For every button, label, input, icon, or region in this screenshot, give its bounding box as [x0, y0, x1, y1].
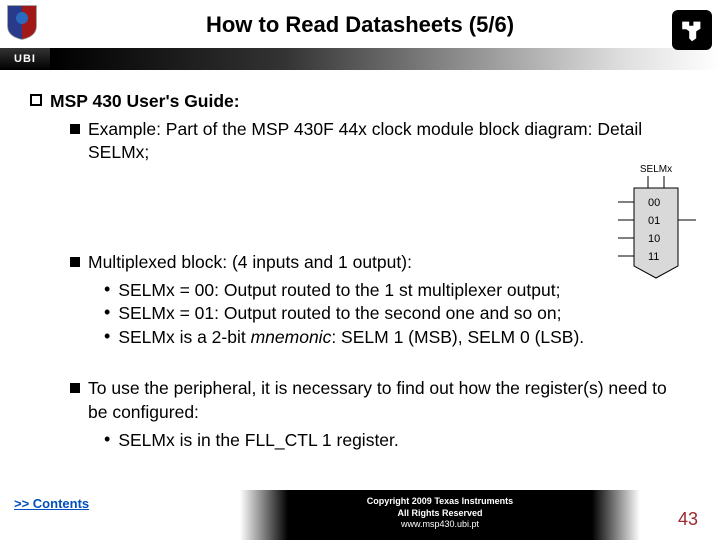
mux-detail-3: SELMx is a 2-bit mnemonic: SELM 1 (MSB),…	[118, 326, 584, 350]
section-heading: MSP 430 User's Guide:	[50, 90, 240, 114]
ubi-label: UBI	[0, 48, 50, 70]
footer-copyright-block: Copyright 2009 Texas Instruments All Rig…	[240, 490, 640, 540]
page-number: 43	[678, 509, 698, 530]
svg-text:01: 01	[648, 215, 660, 227]
filled-square-bullet-icon	[70, 124, 80, 134]
copyright-text: Copyright 2009 Texas Instruments	[240, 496, 640, 508]
dot-bullet-icon: •	[104, 326, 110, 350]
square-bullet-icon	[30, 94, 42, 106]
example-text: Example: Part of the MSP 430F 44x clock …	[88, 118, 690, 165]
slide-header: How to Read Datasheets (5/6) UBI	[0, 0, 720, 72]
svg-text:11: 11	[648, 251, 659, 263]
ti-logo-icon	[672, 10, 712, 50]
mux-detail-2: SELMx = 01: Output routed to the second …	[118, 302, 561, 326]
ubi-shield-logo	[6, 4, 44, 44]
mux-block-diagram: SELMx 00 01 10 11	[618, 162, 696, 282]
svg-text:00: 00	[648, 197, 660, 209]
header-gradient-band	[50, 48, 720, 70]
rights-text: All Rights Reserved	[240, 508, 640, 520]
mux-label: SELMx	[640, 164, 672, 175]
usage-text: To use the peripheral, it is necessary t…	[88, 377, 690, 424]
slide-title: How to Read Datasheets (5/6)	[0, 0, 720, 38]
dot-bullet-icon: •	[104, 279, 110, 303]
dot-bullet-icon: •	[104, 429, 110, 453]
contents-link[interactable]: >> Contents	[14, 496, 89, 511]
footer-url: www.msp430.ubi.pt	[240, 519, 640, 531]
svg-text:10: 10	[648, 233, 660, 245]
usage-detail-1: SELMx is in the FLL_CTL 1 register.	[118, 429, 398, 453]
dot-bullet-icon: •	[104, 302, 110, 326]
filled-square-bullet-icon	[70, 257, 80, 267]
mux-intro-text: Multiplexed block: (4 inputs and 1 outpu…	[88, 251, 412, 275]
filled-square-bullet-icon	[70, 383, 80, 393]
slide-footer: >> Contents Copyright 2009 Texas Instrum…	[0, 490, 720, 540]
mux-detail-1: SELMx = 00: Output routed to the 1 st mu…	[118, 279, 560, 303]
slide-body: MSP 430 User's Guide: Example: Part of t…	[0, 72, 720, 452]
